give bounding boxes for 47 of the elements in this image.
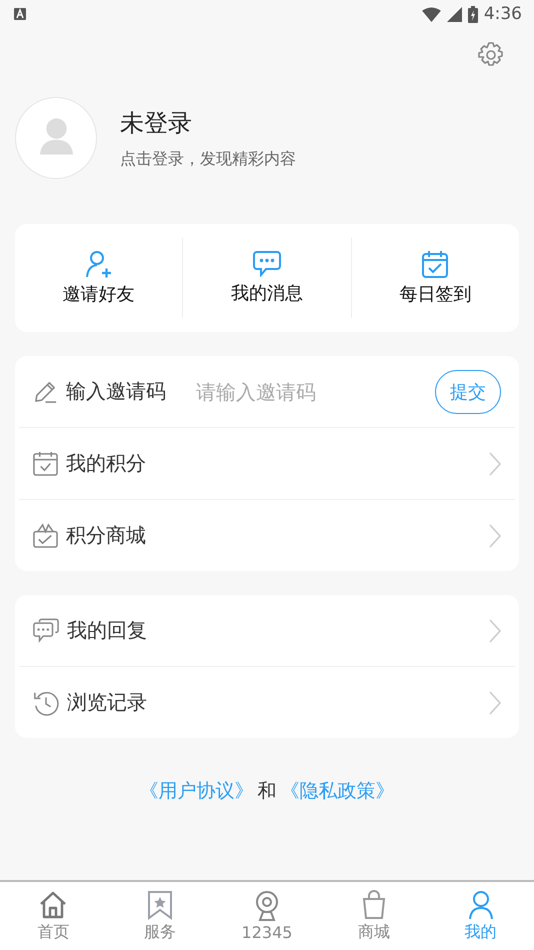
pencil-icon [33, 379, 58, 404]
wifi-icon [422, 6, 441, 22]
menu-row[interactable]: 我的积分 [15, 428, 519, 499]
login-title[interactable]: 未登录 [120, 106, 296, 138]
person-icon [38, 116, 74, 156]
webcam-icon [254, 890, 280, 920]
menu-row[interactable]: 积分商城 [15, 500, 519, 571]
history-icon [33, 690, 59, 716]
invite-code-field[interactable]: 请输入邀请码 [194, 378, 368, 404]
battery-icon [468, 6, 478, 22]
gift-box-icon [33, 523, 58, 548]
login-hint: 点击登录，发现精彩内容 [120, 148, 296, 170]
chevron-right-icon [489, 450, 501, 476]
quick-action[interactable]: 每日签到 [352, 250, 519, 306]
tab[interactable]: 首页 [0, 890, 107, 942]
add-user-icon [84, 250, 113, 278]
tab[interactable]: 商城 [320, 890, 428, 942]
menu-label: 我的回复 [67, 617, 147, 644]
tab[interactable]: 服务 [106, 890, 214, 942]
menu-label: 积分商城 [66, 522, 146, 549]
bookmark-star-icon [147, 890, 174, 920]
chevron-right-icon [489, 522, 501, 548]
chat-icon [252, 251, 281, 277]
invite-code-label: 输入邀请码 [66, 378, 166, 405]
shopping-bag-icon [360, 890, 387, 920]
notification-icon [14, 8, 26, 20]
quick-action-label: 我的消息 [230, 282, 303, 305]
tab[interactable]: 12345 [214, 890, 320, 942]
menu-row[interactable]: 我的回复 [15, 595, 519, 666]
status-time: 4:36 [484, 4, 522, 24]
menu-label: 浏览记录 [67, 689, 147, 716]
calendar-check-icon [33, 451, 58, 476]
signal-icon [446, 6, 462, 22]
calendar-check-icon [422, 250, 448, 278]
home-icon [38, 890, 68, 920]
quick-action[interactable]: 我的消息 [183, 251, 351, 305]
menu-label: 我的积分 [66, 450, 146, 477]
chat-bubbles-icon [33, 618, 59, 643]
chevron-right-icon [489, 618, 501, 644]
chevron-right-icon [489, 690, 501, 716]
quick-action[interactable]: 邀请好友 [15, 250, 182, 306]
menu-row[interactable]: 浏览记录 [15, 667, 519, 738]
quick-action-label: 邀请好友 [62, 283, 135, 306]
settings-icon[interactable] [477, 41, 505, 69]
quick-action-label: 每日签到 [399, 283, 472, 306]
and-text: 和 [258, 779, 276, 804]
person-icon [468, 890, 494, 920]
